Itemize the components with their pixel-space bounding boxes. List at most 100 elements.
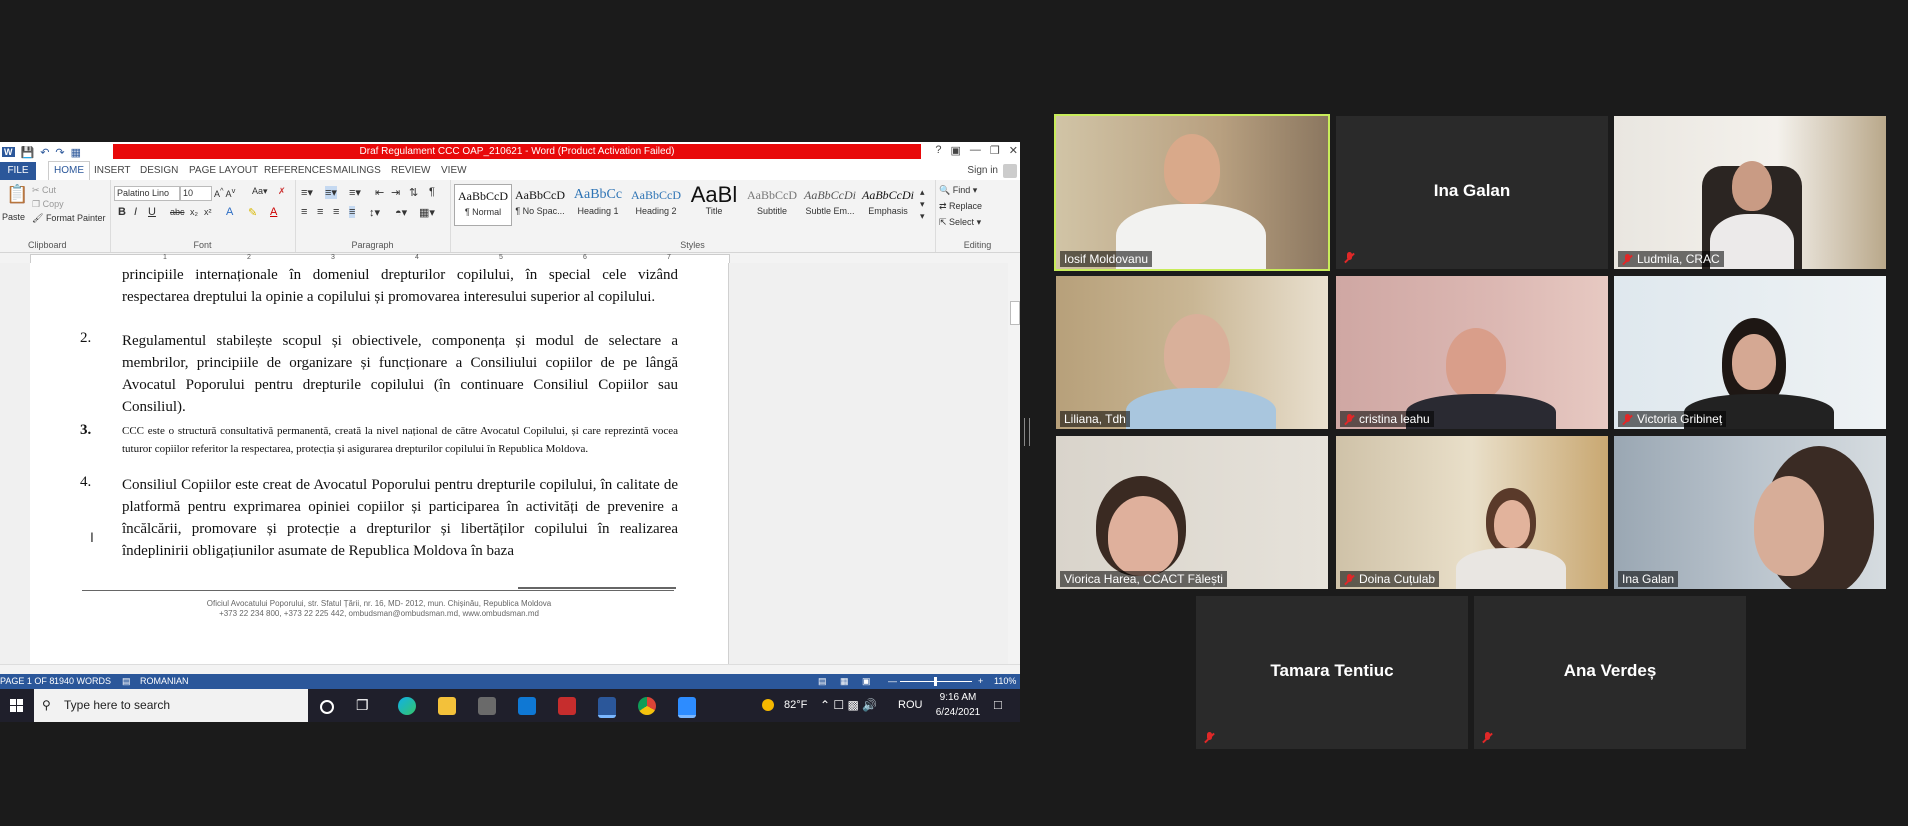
- participant-tile[interactable]: Liliana, Tdh: [1056, 276, 1328, 429]
- sort-icon[interactable]: ⇅: [409, 186, 418, 199]
- zoom-out-icon[interactable]: —: [888, 674, 897, 689]
- restore-icon[interactable]: ❐: [990, 144, 1000, 157]
- style-title[interactable]: AaBl Title: [686, 184, 742, 224]
- participant-tile[interactable]: Ina Galan: [1336, 116, 1608, 269]
- tab-mailings[interactable]: MAILINGS: [333, 162, 381, 180]
- close-icon[interactable]: ✕: [1009, 144, 1018, 157]
- style-heading-2[interactable]: AaBbCcD Heading 2: [628, 184, 684, 224]
- superscript-icon[interactable]: x²: [204, 207, 212, 217]
- store-icon[interactable]: [478, 697, 496, 715]
- borders-icon[interactable]: ▦▾: [419, 206, 435, 219]
- edge-icon[interactable]: [398, 697, 416, 715]
- clock-time[interactable]: 9:16 AM: [930, 692, 986, 703]
- help-icon[interactable]: ?: [935, 144, 941, 157]
- vertical-scrollbar[interactable]: [1008, 263, 1020, 664]
- page-count[interactable]: PAGE 1 OF 8: [0, 674, 54, 689]
- task-view-icon[interactable]: ❐: [356, 697, 374, 715]
- zoom-in-icon[interactable]: +: [978, 674, 983, 689]
- web-layout-icon[interactable]: ▣: [862, 674, 871, 689]
- clear-format-icon[interactable]: ✗: [278, 186, 286, 197]
- paste-button[interactable]: Paste: [2, 212, 25, 222]
- language[interactable]: ROMANIAN: [140, 674, 189, 689]
- table-icon[interactable]: ▦: [71, 146, 81, 159]
- tab-view[interactable]: VIEW: [441, 162, 467, 180]
- weather-temp[interactable]: 82°F: [784, 699, 807, 711]
- word-count[interactable]: 1940 WORDS: [54, 674, 111, 689]
- clock-date[interactable]: 6/24/2021: [930, 707, 986, 718]
- copy-button[interactable]: ❐ Copy: [32, 199, 64, 210]
- grow-font-icon[interactable]: A^ Av: [214, 186, 235, 199]
- chrome-icon[interactable]: [638, 697, 656, 715]
- tab-page-layout[interactable]: PAGE LAYOUT: [189, 162, 258, 180]
- proofing-icon[interactable]: ▤: [122, 674, 131, 689]
- print-layout-icon[interactable]: ▦: [840, 674, 849, 689]
- participant-tile[interactable]: cristina leahu: [1336, 276, 1608, 429]
- participant-tile[interactable]: Iosif Moldovanu: [1054, 114, 1330, 271]
- save-icon[interactable]: 💾: [21, 146, 35, 159]
- align-center-icon[interactable]: ≡: [317, 206, 323, 218]
- tab-design[interactable]: DESIGN: [140, 162, 178, 180]
- change-case-icon[interactable]: Aa▾: [252, 186, 268, 197]
- read-mode-icon[interactable]: ▤: [818, 674, 827, 689]
- decrease-indent-icon[interactable]: ⇤: [375, 186, 384, 199]
- participant-tile[interactable]: Ludmila, CRAC: [1614, 116, 1886, 269]
- scroll-thumb[interactable]: [1010, 301, 1020, 325]
- align-right-icon[interactable]: ≡: [333, 206, 339, 218]
- windows-start-icon[interactable]: [10, 699, 23, 712]
- replace-button[interactable]: ⇄ Replace: [939, 201, 982, 212]
- style-subtitle[interactable]: AaBbCcD Subtitle: [744, 184, 800, 224]
- ribbon-display-icon[interactable]: ▣: [951, 144, 961, 157]
- pilcrow-icon[interactable]: ¶: [429, 186, 435, 198]
- numbering-icon[interactable]: ≡▾: [325, 186, 337, 199]
- participant-tile[interactable]: Doina Cuțulab: [1336, 436, 1608, 589]
- subscript-icon[interactable]: x₂: [190, 207, 198, 217]
- minimize-icon[interactable]: —: [970, 144, 981, 157]
- tab-home[interactable]: HOME: [48, 161, 90, 180]
- notifications-icon[interactable]: □: [994, 697, 1002, 712]
- multilevel-list-icon[interactable]: ≡▾: [349, 186, 361, 199]
- tab-references[interactable]: REFERENCES: [264, 162, 332, 180]
- find-button[interactable]: 🔍 Find ▾: [939, 185, 977, 196]
- participant-tile[interactable]: Tamara Tentiuc: [1196, 596, 1468, 749]
- account-icon[interactable]: [1003, 164, 1017, 178]
- align-left-icon[interactable]: ≡: [301, 206, 307, 218]
- style-emphasis[interactable]: AaBbCcDi Emphasis: [860, 184, 916, 224]
- taskbar-search[interactable]: ⚲ Type here to search: [34, 689, 308, 722]
- zoom-taskbar-icon[interactable]: [678, 697, 696, 718]
- cortana-icon[interactable]: [320, 700, 334, 714]
- style-subtle-emphasis[interactable]: AaBbCcDi Subtle Em...: [802, 184, 858, 224]
- select-button[interactable]: ⇱ Select ▾: [939, 217, 981, 228]
- tab-insert[interactable]: INSERT: [94, 162, 131, 180]
- increase-indent-icon[interactable]: ⇥: [391, 186, 400, 199]
- acrobat-icon[interactable]: [558, 697, 576, 715]
- shading-icon[interactable]: ◓▾: [395, 206, 407, 219]
- text-effects-icon[interactable]: A: [226, 206, 233, 218]
- font-name-box[interactable]: Palatino Lino: [114, 186, 180, 201]
- participant-tile[interactable]: Ana Verdeș: [1474, 596, 1746, 749]
- justify-icon[interactable]: ≡: [349, 206, 356, 218]
- underline-icon[interactable]: U: [148, 206, 156, 218]
- style-heading-1[interactable]: AaBbCc Heading 1: [570, 184, 626, 224]
- sign-in-link[interactable]: Sign in: [967, 162, 998, 180]
- file-explorer-icon[interactable]: [438, 697, 456, 715]
- input-language[interactable]: ROU: [898, 699, 922, 711]
- font-color-icon[interactable]: A: [270, 206, 277, 218]
- tab-review[interactable]: REVIEW: [391, 162, 430, 180]
- zoom-level[interactable]: 110%: [994, 674, 1016, 689]
- style-normal[interactable]: AaBbCcD ¶ Normal: [454, 184, 512, 226]
- format-painter-button[interactable]: 🖌 Format Painter: [32, 213, 105, 224]
- word-taskbar-icon[interactable]: [598, 697, 616, 718]
- undo-icon[interactable]: ↶: [40, 146, 49, 159]
- participant-tile[interactable]: Viorica Harea, CCACT Fălești: [1056, 436, 1328, 589]
- italic-icon[interactable]: I: [134, 206, 137, 218]
- styles-scroll-icon[interactable]: ▴ ▾ ▾: [920, 186, 925, 222]
- document-page[interactable]: principiile internaționale în domeniul d…: [30, 263, 729, 664]
- split-handle[interactable]: [1024, 418, 1030, 446]
- bullets-icon[interactable]: ≡▾: [301, 186, 313, 199]
- highlight-icon[interactable]: ✎: [248, 206, 257, 219]
- bold-icon[interactable]: B: [118, 206, 126, 218]
- cut-button[interactable]: ✂ Cut: [32, 185, 56, 196]
- tab-file[interactable]: FILE: [0, 162, 36, 180]
- participant-tile[interactable]: Victoria Gribineț: [1614, 276, 1886, 429]
- line-spacing-icon[interactable]: ↕▾: [369, 206, 380, 219]
